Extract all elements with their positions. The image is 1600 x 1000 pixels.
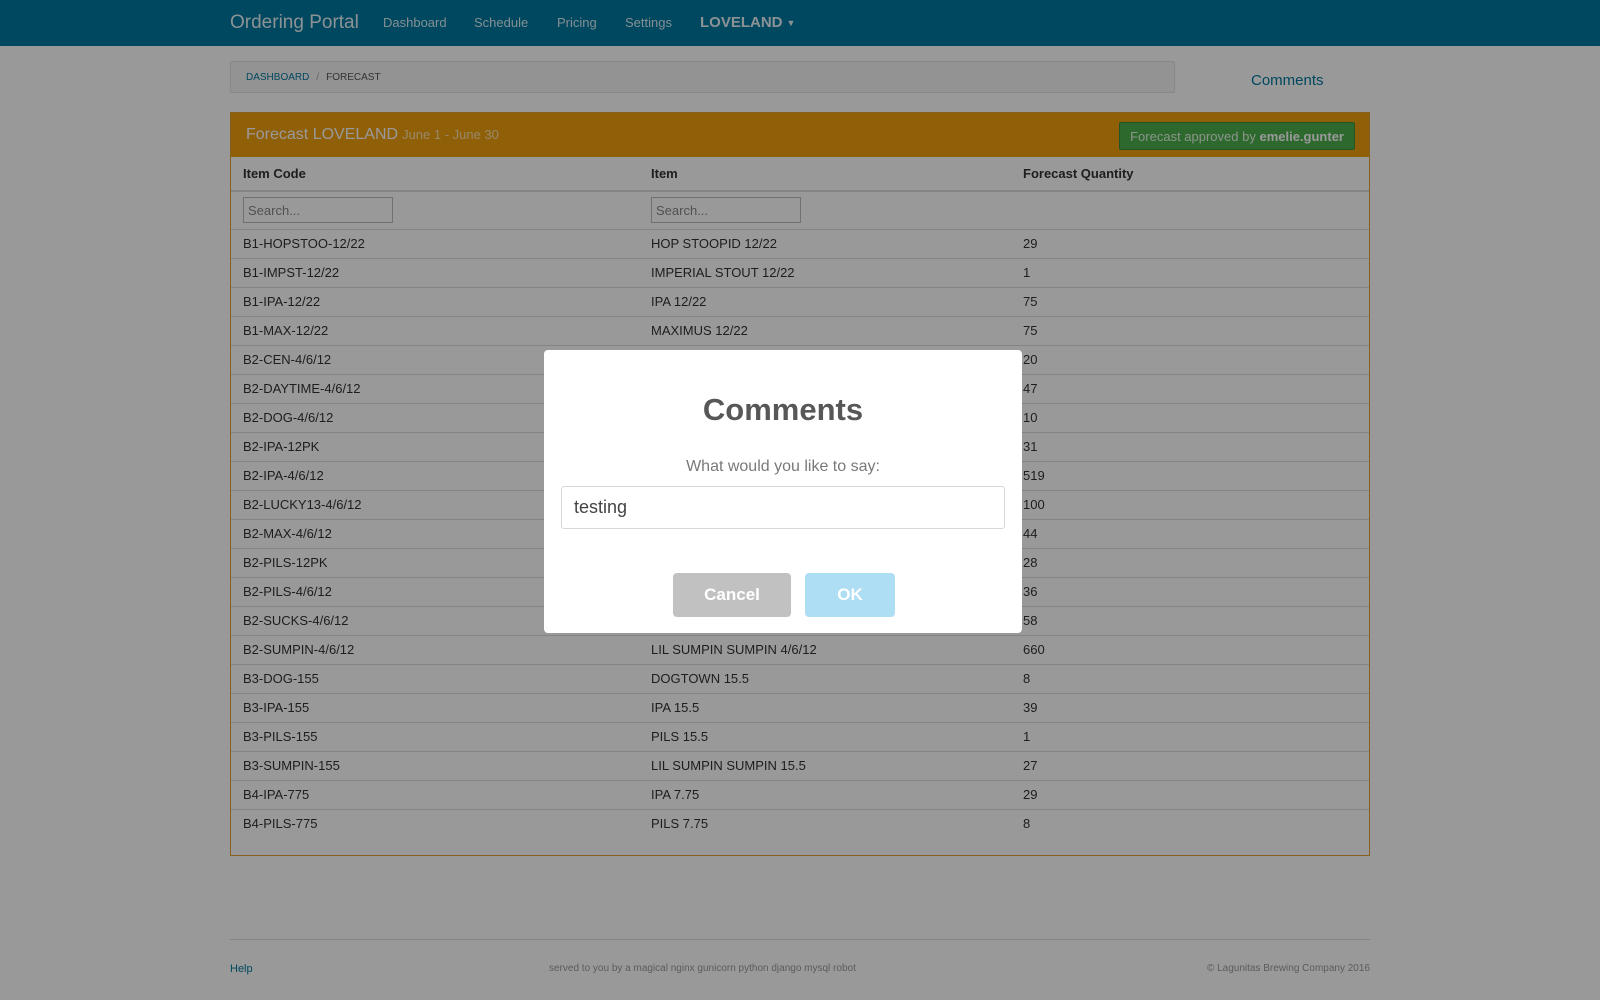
comments-modal: Comments What would you like to say: Can…	[544, 350, 1022, 633]
ok-button[interactable]: OK	[805, 573, 895, 617]
modal-title: Comments	[702, 392, 864, 427]
cancel-button[interactable]: Cancel	[673, 573, 791, 617]
comment-input[interactable]	[561, 486, 1005, 529]
modal-prompt: What would you like to say:	[686, 458, 880, 475]
